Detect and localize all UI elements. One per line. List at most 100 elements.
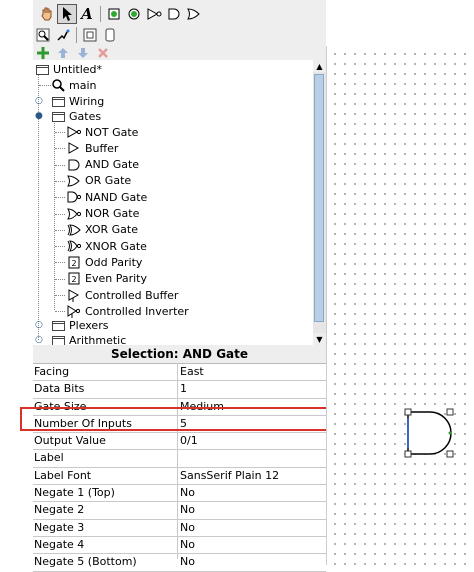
plus-icon	[37, 47, 49, 59]
poke-tool-button[interactable]	[37, 4, 57, 24]
arrow-down-icon	[78, 48, 88, 58]
selection-handle[interactable]	[404, 450, 412, 458]
tree-library-plexers[interactable]: Plexers	[51, 317, 108, 333]
scrollbar-thumb[interactable]	[314, 74, 324, 322]
appearance-icon	[105, 28, 115, 42]
attribute-name: Label Font	[34, 468, 92, 482]
attribute-row[interactable]: Negate 1 (Top) No	[33, 485, 326, 503]
svg-text:2: 2	[71, 275, 76, 284]
text-tool-button[interactable]: A	[77, 4, 97, 24]
main-toolbar: A	[37, 3, 204, 25]
tree-gate-label: Controlled Buffer	[85, 288, 179, 302]
attribute-row[interactable]: Negate 3 No	[33, 520, 326, 537]
attribute-row[interactable]: Negate 4 No	[33, 537, 326, 555]
tree-gate-item[interactable]: Controlled Buffer	[67, 287, 178, 303]
tree-scrollbar[interactable]: ▲ ▼	[313, 60, 326, 345]
output-pin-icon	[128, 8, 140, 20]
tree-library-label: Gates	[69, 109, 102, 123]
attribute-row[interactable]: Negate 5 (Bottom) No	[33, 554, 326, 572]
tree-gate-item[interactable]: OR Gate	[67, 173, 131, 189]
input-pin-tool-button[interactable]	[104, 4, 124, 24]
expand-toggle-icon[interactable]: ○	[35, 97, 44, 106]
attribute-row[interactable]: Negate 2 No	[33, 502, 326, 520]
attribute-value[interactable]: No	[180, 502, 195, 518]
tree-circuit-label: main	[69, 78, 97, 92]
attribute-value[interactable]: No	[180, 520, 195, 536]
tree-library-arithmetic[interactable]: Arithmetic	[51, 332, 126, 345]
scroll-down-icon[interactable]: ▼	[313, 333, 326, 345]
tree-gate-label: Buffer	[85, 141, 119, 155]
collapse-toggle-icon[interactable]: ●	[35, 112, 44, 121]
attribute-row[interactable]: Facing East	[33, 364, 326, 382]
hand-icon	[41, 7, 52, 21]
attribute-row[interactable]: Output Value 0/1	[33, 433, 326, 451]
tree-gate-item[interactable]: XOR Gate	[67, 222, 138, 238]
text-A-icon: A	[81, 5, 93, 23]
tree-gate-label: Controlled Inverter	[85, 304, 189, 318]
attribute-value[interactable]: No	[180, 554, 195, 570]
attribute-name: Negate 4	[34, 537, 85, 551]
tree-gate-item[interactable]: AND Gate	[67, 157, 139, 173]
tree-library-gates[interactable]: Gates	[51, 108, 101, 124]
folder-icon	[51, 95, 65, 108]
buffer-icon	[67, 142, 81, 155]
or-gate-tool-button[interactable]	[184, 4, 204, 24]
layout-icon	[83, 28, 97, 42]
scroll-up-icon[interactable]: ▲	[313, 60, 326, 72]
number-of-inputs-highlight	[20, 407, 330, 431]
attribute-row[interactable]: Data Bits 1	[33, 381, 326, 399]
circuit-canvas[interactable]	[326, 46, 474, 565]
project-folder-icon	[35, 63, 49, 76]
tree-gate-item[interactable]: 2 Odd Parity	[67, 254, 142, 270]
nor-gate-icon	[67, 207, 81, 220]
tree-library-wiring[interactable]: Wiring	[51, 93, 104, 109]
not-gate-tool-button[interactable]	[144, 4, 164, 24]
wiring-icon	[57, 29, 70, 41]
tree-gate-item[interactable]: Buffer	[67, 140, 118, 156]
tree-gate-label: OR Gate	[85, 174, 132, 188]
or-gate-icon	[67, 174, 81, 187]
not-gate-icon	[147, 8, 162, 20]
attribute-row[interactable]: Label Font SansSerif Plain 12	[33, 468, 326, 486]
tree-circuit-main[interactable]: main	[51, 77, 96, 93]
left-pane: A Untitled* main ○ Wiring ● Gates NOT Ga…	[33, 0, 326, 572]
expand-toggle-icon[interactable]: ○	[35, 336, 44, 345]
tree-gate-label: Odd Parity	[85, 255, 143, 269]
attribute-name: Negate 3	[34, 520, 85, 534]
select-tool-button[interactable]	[57, 4, 77, 24]
tree-gate-item[interactable]: NAND Gate	[67, 189, 147, 205]
attribute-value[interactable]: 0/1	[180, 433, 198, 449]
attribute-value[interactable]: SansSerif Plain 12	[180, 468, 279, 484]
magnifier-icon	[36, 28, 50, 42]
and-gate-tool-button[interactable]	[164, 4, 184, 24]
x-icon	[98, 48, 108, 58]
selection-handle[interactable]	[446, 408, 454, 416]
tree-gate-label: AND Gate	[85, 158, 140, 172]
attribute-value[interactable]: No	[180, 537, 195, 553]
expand-toggle-icon[interactable]: ○	[35, 321, 44, 330]
attribute-name: Label	[34, 451, 64, 465]
output-pin-tool-button[interactable]	[124, 4, 144, 24]
tree-gate-item[interactable]: 2 Even Parity	[67, 271, 147, 287]
tree-gate-item[interactable]: NOR Gate	[67, 206, 139, 222]
attribute-row[interactable]: Label	[33, 450, 326, 468]
tree-project[interactable]: Untitled*	[35, 61, 102, 77]
tree-gate-item[interactable]: NOT Gate	[67, 124, 138, 140]
tree-gate-item[interactable]: XNOR Gate	[67, 238, 147, 254]
tree-gate-label: NOT Gate	[85, 125, 139, 139]
svg-text:2: 2	[71, 259, 76, 268]
xor-gate-icon	[67, 223, 81, 236]
folder-icon	[51, 334, 65, 345]
tree-library-label: Wiring	[69, 94, 105, 108]
selection-handle[interactable]	[446, 450, 454, 458]
attribute-value[interactable]: 1	[180, 381, 187, 397]
column-divider	[177, 363, 178, 559]
attribute-value[interactable]: No	[180, 485, 195, 501]
controlled-buffer-icon	[67, 288, 81, 302]
folder-icon	[51, 110, 65, 123]
attribute-name: Negate 1 (Top)	[34, 486, 115, 500]
attribute-value[interactable]: East	[180, 364, 204, 380]
arrow-up-icon	[58, 48, 68, 58]
selection-handle[interactable]	[404, 408, 412, 416]
and-gate-on-canvas[interactable]	[402, 406, 456, 458]
